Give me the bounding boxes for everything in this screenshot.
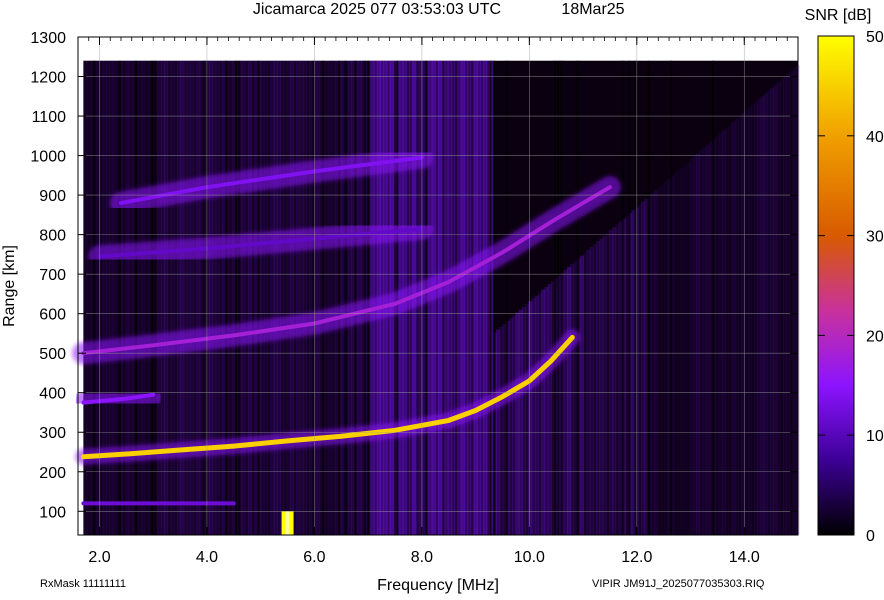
dropout-column — [363, 60, 366, 535]
x-tick-label: 8.0 — [411, 549, 433, 566]
chart-date: 18Mar25 — [561, 1, 624, 18]
dropout-column — [225, 60, 228, 535]
dropout-column — [647, 60, 650, 535]
dropout-column — [238, 60, 241, 535]
x-tick-label: 4.0 — [196, 549, 218, 566]
dropout-column — [118, 60, 121, 535]
dropout-column — [234, 60, 237, 535]
dropout-column — [354, 60, 357, 535]
x-axis-title: Frequency [MHz] — [377, 577, 499, 594]
dropout-column — [202, 60, 205, 535]
y-tick-label: 700 — [39, 267, 66, 284]
dropout-column — [634, 60, 637, 535]
y-tick-label: 100 — [39, 504, 66, 521]
y-tick-label: 1000 — [30, 149, 66, 166]
dropout-column — [628, 60, 631, 535]
dropout-column — [312, 60, 315, 535]
dropout-column — [154, 60, 157, 535]
colorbar-tick-label: 0 — [866, 528, 875, 545]
chart-title: Jicamarca 2025 077 03:53:03 UTC — [253, 1, 501, 18]
y-tick-label: 900 — [39, 188, 66, 205]
y-tick-label: 500 — [39, 346, 66, 363]
dropout-column — [151, 60, 154, 535]
y-tick-label: 1100 — [32, 109, 67, 126]
y-tick-label: 800 — [39, 228, 66, 245]
y-tick-label: 1200 — [30, 70, 66, 87]
dropout-column — [621, 60, 624, 535]
colorbar-title: SNR [dB] — [805, 7, 872, 24]
dropout-column — [576, 60, 579, 535]
rxmask-label: RxMask 11111111 — [40, 578, 126, 590]
dropout-column — [712, 60, 715, 535]
dropout-column — [134, 60, 137, 535]
colorbar-tick-label: 40 — [866, 129, 884, 146]
dropout-column — [557, 60, 560, 535]
filename-label: VIPIR JM91J_2025077035303.RIQ — [592, 578, 765, 590]
dropout-column — [492, 60, 495, 535]
y-tick-label: 600 — [39, 307, 66, 324]
dropout-column — [321, 60, 324, 535]
dropout-column — [257, 60, 260, 535]
ionogram-figure: 2.0 4.0 6.0 8.0 10.0 12.0 14.0 100 200 300 400 500 6… — [0, 0, 884, 595]
y-axis-title: Range [km] — [1, 245, 18, 327]
x-tick-label: 2.0 — [88, 549, 110, 566]
dropout-column — [560, 60, 563, 535]
x-tick-label: 12.0 — [621, 549, 652, 566]
x-tick-label: 14.0 — [729, 549, 760, 566]
dropout-column — [344, 60, 347, 535]
dropout-column — [489, 60, 492, 535]
x-tick-label: 6.0 — [303, 549, 325, 566]
colorbar-tick-label: 30 — [866, 229, 884, 246]
dropout-column — [670, 60, 673, 535]
ionogram-chart: 2.0 4.0 6.0 8.0 10.0 12.0 14.01002003004005006… — [1, 1, 884, 594]
dropout-column — [505, 60, 508, 535]
dropout-column — [338, 60, 341, 535]
interference-spot-core — [285, 511, 290, 535]
dropout-column — [367, 60, 370, 535]
colorbar-tick-label: 10 — [866, 428, 884, 445]
colorbar-tick-label: 20 — [866, 328, 884, 345]
colorbar-tick-label: 50 — [866, 29, 884, 46]
y-tick-label: 300 — [39, 425, 66, 442]
x-tick-label: 10.0 — [514, 549, 545, 566]
y-tick-label: 200 — [39, 465, 66, 482]
colorbar — [817, 35, 855, 536]
y-tick-label: 400 — [39, 386, 66, 403]
y-tick-label: 1300 — [30, 30, 66, 47]
dropout-column — [554, 60, 557, 535]
